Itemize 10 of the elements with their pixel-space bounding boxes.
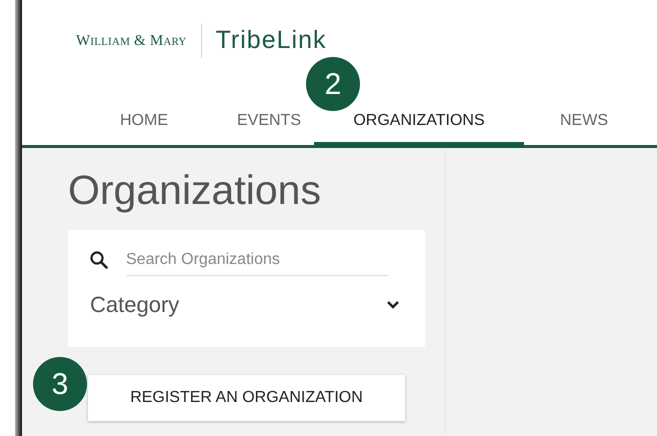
wordmark: William & Mary: [76, 32, 187, 51]
nav-tab[interactable]: HOME: [64, 105, 224, 145]
product-name: TribeLink: [216, 25, 326, 56]
page-title: Organizations: [68, 170, 322, 215]
chevron-down-icon: [386, 300, 400, 310]
search-icon: [90, 251, 108, 269]
search-field[interactable]: Search Organizations: [126, 244, 388, 276]
category-dropdown[interactable]: Category: [90, 288, 400, 321]
register-organization-button[interactable]: REGISTER AN ORGANIZATION: [88, 375, 405, 421]
nav-tab[interactable]: NEWS: [524, 105, 644, 145]
